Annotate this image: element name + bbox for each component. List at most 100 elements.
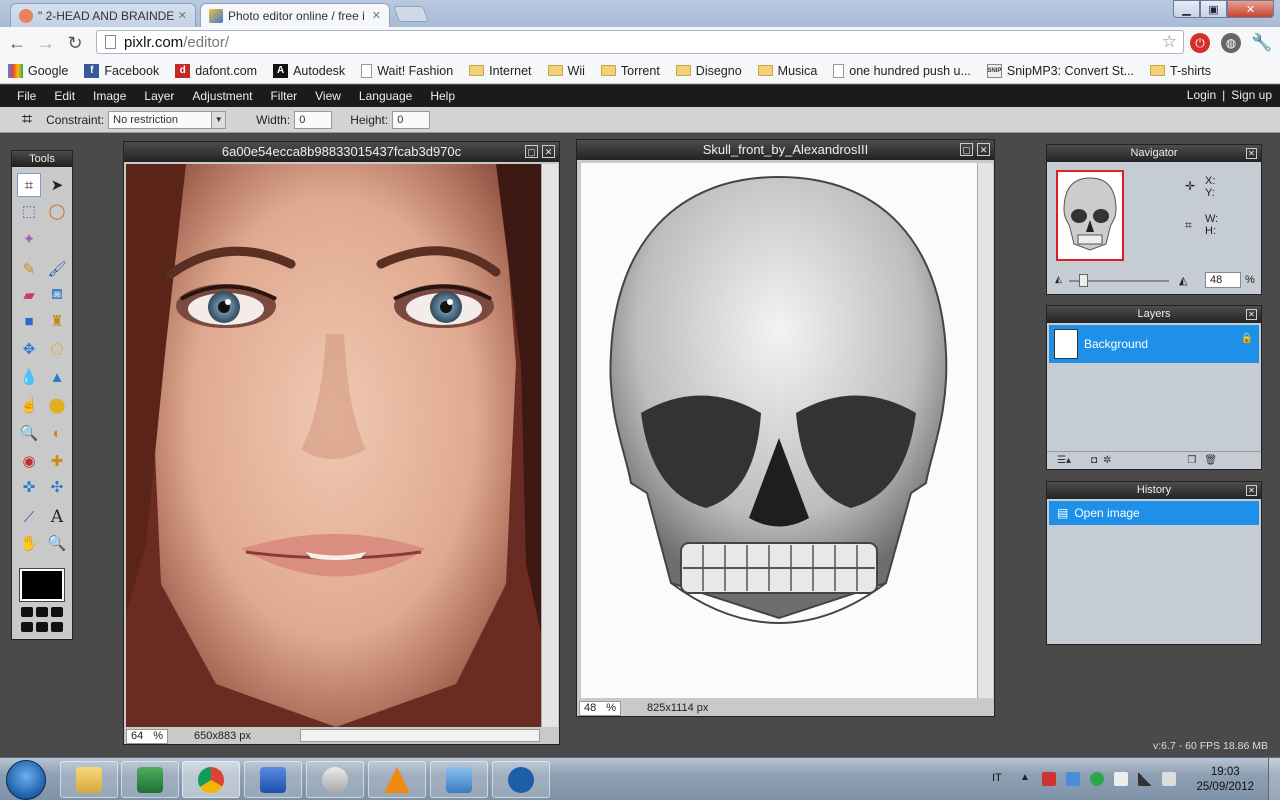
red-eye-tool-icon[interactable]: ◉ <box>17 449 41 473</box>
start-button[interactable] <box>6 760 46 800</box>
width-input[interactable]: 0 <box>294 110 333 129</box>
network-app-icon[interactable] <box>1066 772 1080 786</box>
back-arrow-icon[interactable]: ← <box>6 32 28 54</box>
vertical-scrollbar[interactable] <box>977 163 993 698</box>
pencil-tool-icon[interactable]: ✎ <box>17 257 41 281</box>
smudge-tool-icon[interactable]: ☝ <box>17 393 41 417</box>
swatch-mini[interactable] <box>51 607 63 617</box>
menu-layer[interactable]: Layer <box>135 89 183 103</box>
swatch-mini[interactable] <box>51 622 63 632</box>
pinch-tool-icon[interactable]: ✣ <box>45 475 69 499</box>
bookmark-folder-musica[interactable]: Musica <box>757 64 817 78</box>
close-icon[interactable]: ✕ <box>542 145 555 158</box>
swatch-mini[interactable] <box>36 622 48 632</box>
portrait-canvas[interactable] <box>126 164 541 727</box>
horizontal-scrollbar[interactable] <box>300 729 540 742</box>
taskbar-chrome[interactable] <box>182 761 240 798</box>
swatch-mini[interactable] <box>36 607 48 617</box>
move-tool-icon[interactable]: ➤ <box>45 173 69 197</box>
swatch-mini[interactable] <box>21 622 33 632</box>
lasso-tool-icon[interactable]: ◯ <box>45 199 69 223</box>
menu-language[interactable]: Language <box>350 89 421 103</box>
volume-icon[interactable] <box>1162 772 1176 786</box>
taskbar-excel[interactable] <box>121 761 179 798</box>
bookmark-folder-internet[interactable]: Internet <box>469 64 532 78</box>
zoom-field[interactable]: 48% <box>579 700 622 716</box>
menu-help[interactable]: Help <box>421 89 464 103</box>
menu-image[interactable]: Image <box>84 89 135 103</box>
paint-bucket-tool-icon[interactable]: ⛾ <box>45 283 69 307</box>
taskbar-photo-viewer[interactable] <box>430 761 488 798</box>
zoom-field[interactable]: 64% <box>126 728 169 744</box>
bookmark-facebook[interactable]: f Facebook <box>84 63 159 78</box>
layer-style-icon[interactable]: ✲ <box>1103 455 1111 466</box>
show-desktop-button[interactable] <box>1268 758 1280 800</box>
hand-tool-icon[interactable]: ✋ <box>17 531 41 555</box>
window-minimize-button[interactable]: ▁ <box>1173 0 1200 18</box>
sponge-tool-icon[interactable]: ⬤ <box>45 393 69 417</box>
document-window-portrait[interactable]: 6a00e54ecca8b98833015437fcab3d970c ▢ ✕ 6… <box>123 141 560 745</box>
trash-icon[interactable]: 🗑 <box>1204 455 1217 466</box>
navigator-thumbnail[interactable] <box>1056 170 1124 261</box>
sharpen-tool-icon[interactable]: ▲ <box>45 365 69 389</box>
bookmark-star-icon[interactable]: ☆ <box>1162 32 1177 52</box>
usb-icon[interactable] <box>1114 772 1128 786</box>
maximize-icon[interactable]: ▢ <box>525 145 538 158</box>
drawing-tool-icon[interactable]: ⬠ <box>45 337 69 361</box>
browser-tab-pixlr[interactable]: Photo editor online / free i ✕ <box>200 3 390 27</box>
menu-adjustment[interactable]: Adjustment <box>183 89 261 103</box>
wrench-menu-icon[interactable]: 🔧 <box>1251 33 1272 53</box>
height-input[interactable]: 0 <box>392 110 431 129</box>
window-close-button[interactable]: ✕ <box>1227 0 1274 18</box>
constraint-select[interactable]: No restriction ▼ <box>108 110 227 129</box>
layer-row-background[interactable]: Background 🔒 <box>1049 325 1259 363</box>
crop-tool-icon[interactable]: ⌗ <box>17 173 41 197</box>
gradient-tool-icon[interactable]: ■ <box>17 309 41 333</box>
layer-mask-icon[interactable]: ◘ <box>1091 455 1097 466</box>
menu-file[interactable]: File <box>8 89 45 103</box>
football-extension-icon[interactable]: ◍ <box>1221 33 1241 53</box>
blur-tool-icon[interactable]: 💧 <box>17 365 41 389</box>
burn-tool-icon[interactable]: 🔍 <box>17 421 41 445</box>
bookmark-dafont[interactable]: d dafont.com <box>175 63 257 78</box>
spot-heal-tool-icon[interactable]: ✚ <box>45 449 69 473</box>
brush-tool-icon[interactable]: 🖌 <box>45 257 69 281</box>
browser-tab-braindead[interactable]: " 2-HEAD AND BRAINDEAD ✕ <box>10 3 196 27</box>
skull-canvas[interactable] <box>581 163 977 698</box>
bookmark-snipmp3[interactable]: SNIP SnipMP3: Convert St... <box>986 63 1134 78</box>
close-icon[interactable]: ✕ <box>1246 485 1257 496</box>
vertical-scrollbar[interactable] <box>541 164 558 727</box>
show-hidden-icons-icon[interactable]: ▲ <box>1020 772 1030 783</box>
zoom-out-icon[interactable]: ◭ <box>1055 274 1062 285</box>
window-maximize-button[interactable]: ▣ <box>1200 0 1227 18</box>
bookmark-folder-tshirts[interactable]: T-shirts <box>1150 64 1211 78</box>
eraser-tool-icon[interactable]: ▰ <box>17 283 41 307</box>
taskbar-drive[interactable] <box>306 761 364 798</box>
address-bar[interactable]: pixlr.com/editor/ ☆ <box>96 30 1184 54</box>
taskbar-word[interactable] <box>244 761 302 798</box>
taskbar-camera[interactable] <box>492 761 550 798</box>
language-indicator[interactable]: IT <box>992 772 1002 784</box>
type-tool-icon[interactable]: A <box>45 505 69 529</box>
color-swatch[interactable] <box>19 568 65 602</box>
login-link[interactable]: Login <box>1187 88 1216 102</box>
tab-close-icon[interactable]: ✕ <box>372 9 381 22</box>
reload-icon[interactable]: ↻ <box>64 32 86 54</box>
magic-wand-tool-icon[interactable]: ✦ <box>17 227 41 251</box>
bookmark-folder-torrent[interactable]: Torrent <box>600 64 660 78</box>
tab-close-icon[interactable]: ✕ <box>178 9 187 22</box>
signup-link[interactable]: Sign up <box>1231 88 1272 102</box>
clone-stamp-tool-icon[interactable]: ♜ <box>45 309 69 333</box>
bookmark-folder-disegno[interactable]: Disegno <box>675 64 742 78</box>
navigator-zoom-input[interactable]: 48 <box>1205 272 1241 288</box>
antivirus-icon[interactable] <box>1042 772 1056 786</box>
close-icon[interactable]: ✕ <box>977 143 990 156</box>
new-layer-icon[interactable]: ❐ <box>1187 455 1196 466</box>
dodge-tool-icon[interactable]: ◐ <box>45 421 69 445</box>
taskbar-explorer[interactable] <box>60 761 118 798</box>
menu-edit[interactable]: Edit <box>45 89 84 103</box>
marquee-tool-icon[interactable]: ⬚ <box>17 199 41 223</box>
swatch-mini[interactable] <box>21 607 33 617</box>
forward-arrow-icon[interactable]: → <box>35 32 57 54</box>
menu-filter[interactable]: Filter <box>261 89 306 103</box>
